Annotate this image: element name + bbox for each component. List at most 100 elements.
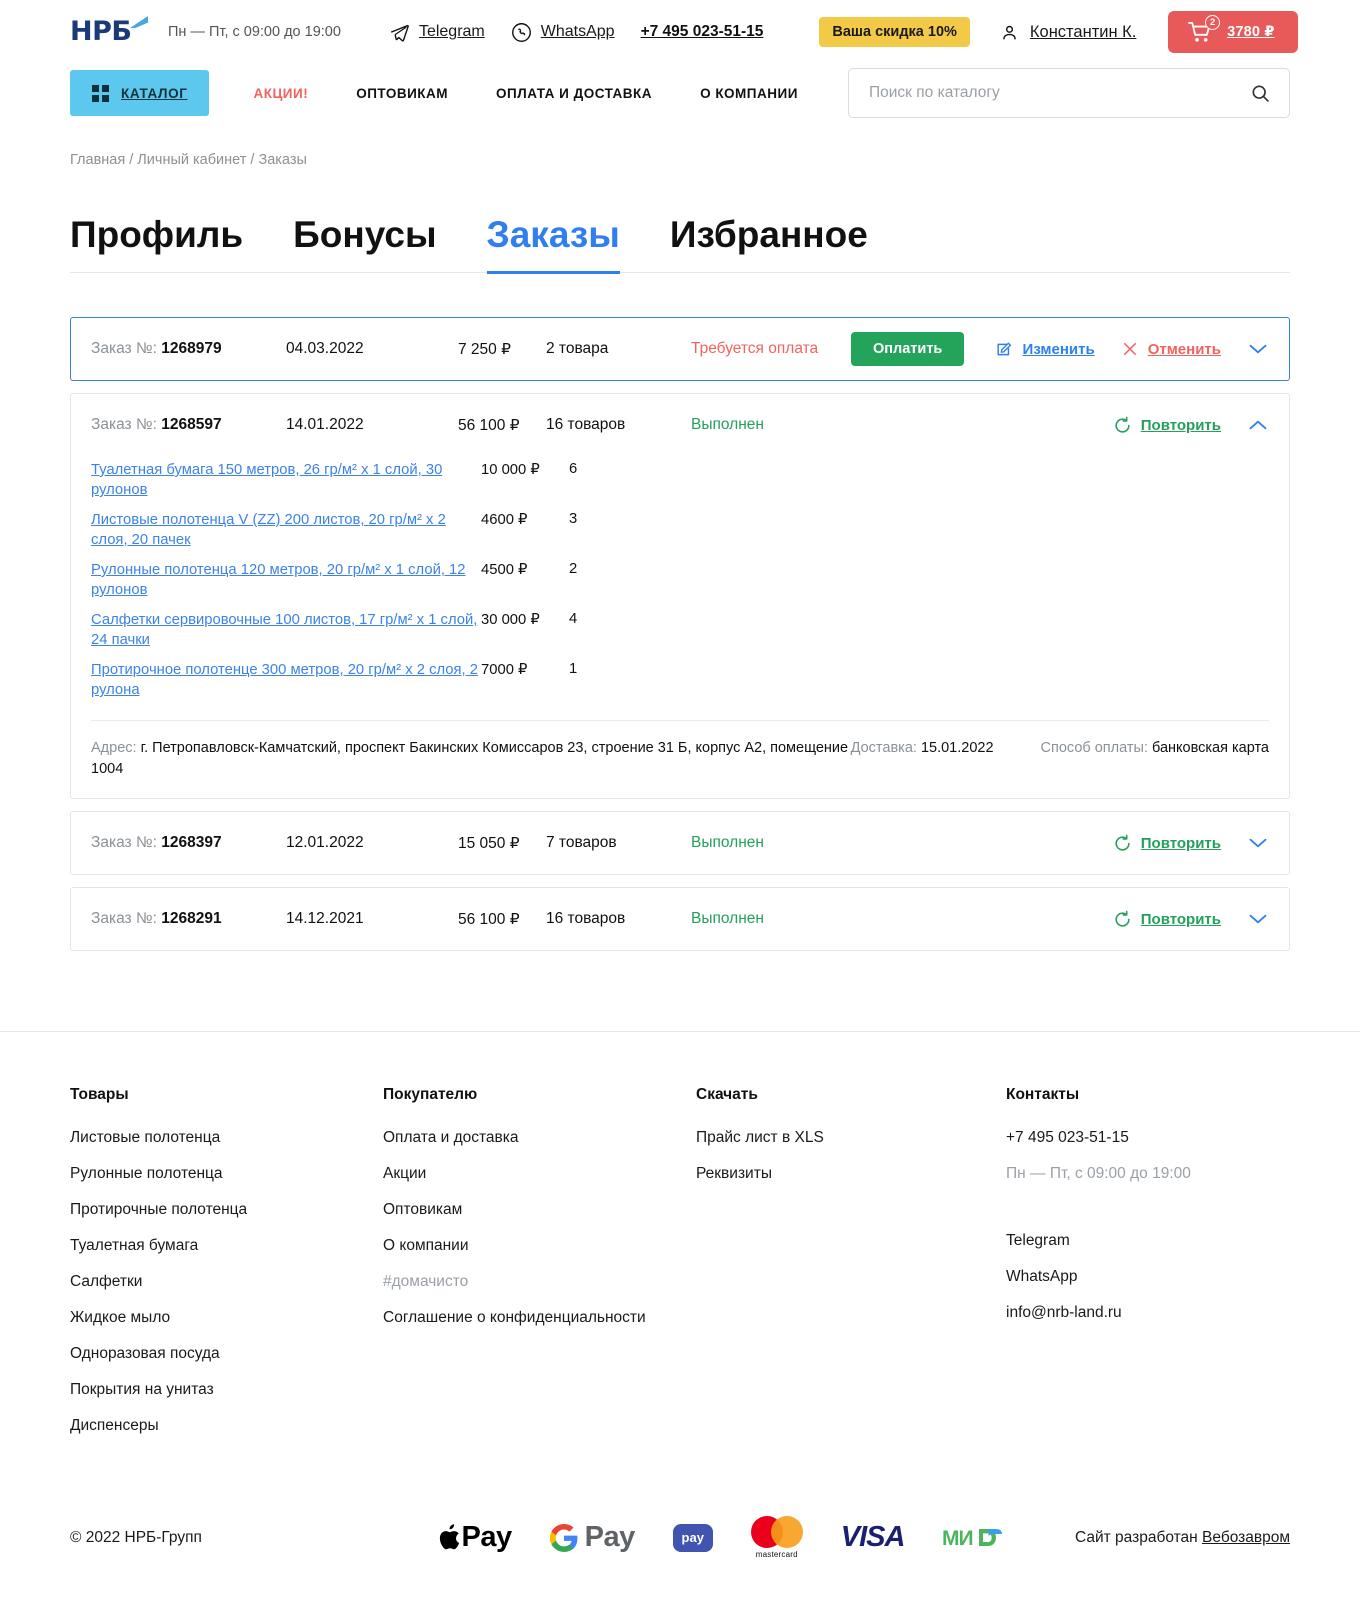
order-status: Выполнен bbox=[691, 416, 764, 433]
apple-pay-label: Pay bbox=[461, 1521, 513, 1553]
footer-link[interactable]: Покрытия на унитаз bbox=[70, 1380, 383, 1399]
order-items-count: 2 товара bbox=[546, 340, 609, 357]
footer-link[interactable]: Диспенсеры bbox=[70, 1416, 383, 1435]
product-qty: 3 bbox=[569, 511, 578, 527]
footer-spacer bbox=[1006, 1200, 1290, 1231]
footer-link[interactable]: Акции bbox=[383, 1164, 696, 1183]
order-number-cell: Заказ №: 1268397 bbox=[91, 834, 286, 852]
user-account-link[interactable]: Константин К. bbox=[1000, 23, 1136, 42]
footer-link[interactable]: Листовые полотенца bbox=[70, 1128, 383, 1147]
product-sum: 4600 ₽ bbox=[481, 512, 528, 528]
order-status: Выполнен bbox=[691, 834, 764, 851]
order-summary-row[interactable]: Заказ №: 1268597 14.01.2022 56 100 ₽ 16 … bbox=[71, 394, 1289, 456]
delivery-value: 15.01.2022 bbox=[920, 740, 994, 756]
site-logo[interactable]: НРБ bbox=[70, 15, 148, 49]
cart-count-badge: 2 bbox=[1205, 14, 1221, 30]
catalog-label: КАТАЛОГ bbox=[121, 85, 188, 101]
tab-favorites[interactable]: Избранное bbox=[670, 214, 868, 272]
footer-whatsapp-link[interactable]: WhatsApp bbox=[1006, 1267, 1290, 1286]
footer-link[interactable]: Жидкое мыло bbox=[70, 1308, 383, 1327]
footer-link[interactable]: Соглашение о конфиденциальности bbox=[383, 1308, 696, 1327]
cancel-order-action[interactable]: Отменить bbox=[1121, 340, 1221, 358]
repeat-order-action[interactable]: Повторить bbox=[1113, 416, 1221, 435]
footer-link[interactable]: Оптовикам bbox=[383, 1200, 696, 1219]
order-actions: Повторить bbox=[1113, 416, 1269, 435]
footer-link[interactable]: О компании bbox=[383, 1236, 696, 1255]
product-link[interactable]: Протирочное полотенце 300 метров, 20 гр/… bbox=[91, 660, 481, 700]
order-number-label: Заказ №: bbox=[91, 834, 157, 851]
pay-button[interactable]: Оплатить bbox=[851, 332, 965, 366]
tab-bonuses[interactable]: Бонусы bbox=[293, 214, 436, 272]
chevron-down-icon[interactable] bbox=[1247, 342, 1269, 356]
tab-orders[interactable]: Заказы bbox=[486, 214, 621, 274]
repeat-order-action[interactable]: Повторить bbox=[1113, 834, 1221, 853]
footer-email-link[interactable]: info@nrb-land.ru bbox=[1006, 1303, 1290, 1322]
chevron-up-icon[interactable] bbox=[1247, 418, 1269, 432]
refresh-icon bbox=[1113, 416, 1132, 435]
search-input[interactable] bbox=[867, 83, 1250, 103]
whatsapp-link[interactable]: WhatsApp bbox=[511, 22, 615, 43]
chevron-down-icon[interactable] bbox=[1247, 836, 1269, 850]
footer-column-buyer: Покупателю Оплата и доставка Акции Оптов… bbox=[383, 1086, 696, 1452]
mastercard-icon: mastercard bbox=[750, 1516, 803, 1559]
footer-link[interactable]: Оплата и доставка bbox=[383, 1128, 696, 1147]
order-summary-row[interactable]: Заказ №: 1268979 04.03.2022 7 250 ₽ 2 то… bbox=[71, 318, 1289, 380]
product-sum: 30 000 ₽ bbox=[481, 612, 540, 628]
catalog-button[interactable]: КАТАЛОГ bbox=[70, 70, 210, 116]
search-box[interactable] bbox=[848, 68, 1290, 118]
google-pay-label: Pay bbox=[584, 1521, 636, 1553]
cart-button[interactable]: 2 3780 ₽ bbox=[1168, 11, 1299, 53]
product-sum: 10 000 ₽ bbox=[481, 462, 540, 478]
product-qty: 4 bbox=[569, 611, 578, 627]
footer-telegram-link[interactable]: Telegram bbox=[1006, 1231, 1290, 1250]
order-number-label: Заказ №: bbox=[91, 416, 157, 433]
header-worktime: Пн — Пт, с 09:00 до 19:00 bbox=[168, 24, 341, 40]
product-link[interactable]: Салфетки сервировочные 100 листов, 17 гр… bbox=[91, 610, 481, 650]
copyright: © 2022 НРБ-Групп bbox=[70, 1528, 202, 1546]
telegram-link[interactable]: Telegram bbox=[389, 22, 485, 43]
nav-item-akcii[interactable]: АКЦИИ! bbox=[253, 86, 308, 101]
developer-link[interactable]: Вебозавром bbox=[1202, 1529, 1290, 1546]
header-phone[interactable]: +7 495 023-51-15 bbox=[641, 23, 764, 41]
edit-order-action[interactable]: Изменить bbox=[995, 340, 1095, 359]
chevron-down-icon[interactable] bbox=[1247, 912, 1269, 926]
product-link[interactable]: Рулонные полотенца 120 метров, 20 гр/м² … bbox=[91, 560, 481, 600]
footer-link[interactable]: Туалетная бумага bbox=[70, 1236, 383, 1255]
footer-link[interactable]: Рулонные полотенца bbox=[70, 1164, 383, 1183]
footer-title-contacts: Контакты bbox=[1006, 1086, 1080, 1103]
footer-link[interactable]: Протирочные полотенца bbox=[70, 1200, 383, 1219]
order-product-row: Туалетная бумага 150 метров, 26 гр/м² х … bbox=[91, 456, 1269, 506]
product-qty: 1 bbox=[569, 661, 578, 677]
order-number-cell: Заказ №: 1268979 bbox=[91, 340, 286, 358]
nav-item-o-kompanii[interactable]: О КОМПАНИИ bbox=[700, 86, 798, 101]
address-label: Адрес: bbox=[91, 740, 137, 756]
order-number-label: Заказ №: bbox=[91, 340, 157, 357]
footer-link[interactable]: Салфетки bbox=[70, 1272, 383, 1291]
footer-link[interactable]: Прайс лист в XLS bbox=[696, 1128, 1006, 1147]
repeat-order-action[interactable]: Повторить bbox=[1113, 910, 1221, 929]
footer-link[interactable]: Реквизиты bbox=[696, 1164, 1006, 1183]
search-icon[interactable] bbox=[1250, 83, 1271, 104]
order-summary-row[interactable]: Заказ №: 1268397 12.01.2022 15 050 ₽ 7 т… bbox=[71, 812, 1289, 874]
telegram-icon bbox=[389, 22, 410, 43]
breadcrumb-text[interactable]: Главная / Личный кабинет / Заказы bbox=[70, 152, 307, 168]
order-number-cell: Заказ №: 1268291 bbox=[91, 910, 286, 928]
page-root: НРБ Пн — Пт, с 09:00 до 19:00 Telegram W… bbox=[0, 0, 1360, 1597]
whatsapp-label: WhatsApp bbox=[540, 23, 615, 40]
order-sum: 7 250 ₽ bbox=[458, 340, 511, 358]
order-summary-row[interactable]: Заказ №: 1268291 14.12.2021 56 100 ₽ 16 … bbox=[71, 888, 1289, 950]
edit-icon bbox=[995, 340, 1014, 359]
payment-label: Способ оплаты: bbox=[1040, 740, 1148, 756]
footer-link-hashtag[interactable]: #домачисто bbox=[383, 1272, 696, 1291]
product-link[interactable]: Листовые полотенца V (ZZ) 200 листов, 20… bbox=[91, 510, 481, 550]
samsung-pay-icon: pay bbox=[672, 1523, 713, 1552]
order-date: 14.12.2021 bbox=[286, 910, 364, 927]
nav-item-oplata-dostavka[interactable]: ОПЛАТА И ДОСТАВКА bbox=[496, 86, 652, 101]
tab-profile[interactable]: Профиль bbox=[70, 214, 243, 272]
product-link[interactable]: Туалетная бумага 150 метров, 26 гр/м² х … bbox=[91, 460, 481, 500]
order-card: Заказ №: 1268979 04.03.2022 7 250 ₽ 2 то… bbox=[70, 317, 1290, 381]
footer-link[interactable]: Одноразовая посуда bbox=[70, 1344, 383, 1363]
nav-item-optovikam[interactable]: ОПТОВИКАМ bbox=[356, 86, 448, 101]
top-header: НРБ Пн — Пт, с 09:00 до 19:00 Telegram W… bbox=[70, 0, 1299, 64]
footer-phone[interactable]: +7 495 023-51-15 bbox=[1006, 1128, 1290, 1147]
